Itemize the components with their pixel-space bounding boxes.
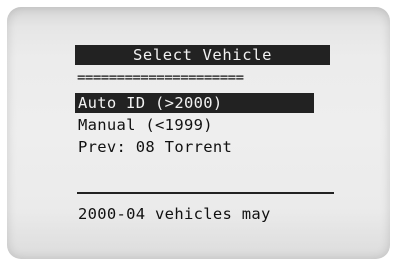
menu-item-manual[interactable]: Manual (<1999) bbox=[75, 115, 213, 135]
message-divider bbox=[77, 192, 334, 194]
menu-item-previous-vehicle[interactable]: Prev: 08 Torrent bbox=[75, 137, 232, 157]
lcd-screen: Select Vehicle ===================== Aut… bbox=[0, 0, 396, 265]
status-message: 2000-04 vehicles may bbox=[78, 205, 271, 223]
menu-item-auto-id[interactable]: Auto ID (>2000) bbox=[75, 93, 314, 113]
screen-title: Select Vehicle bbox=[75, 45, 330, 65]
title-separator: ===================== bbox=[77, 70, 244, 86]
